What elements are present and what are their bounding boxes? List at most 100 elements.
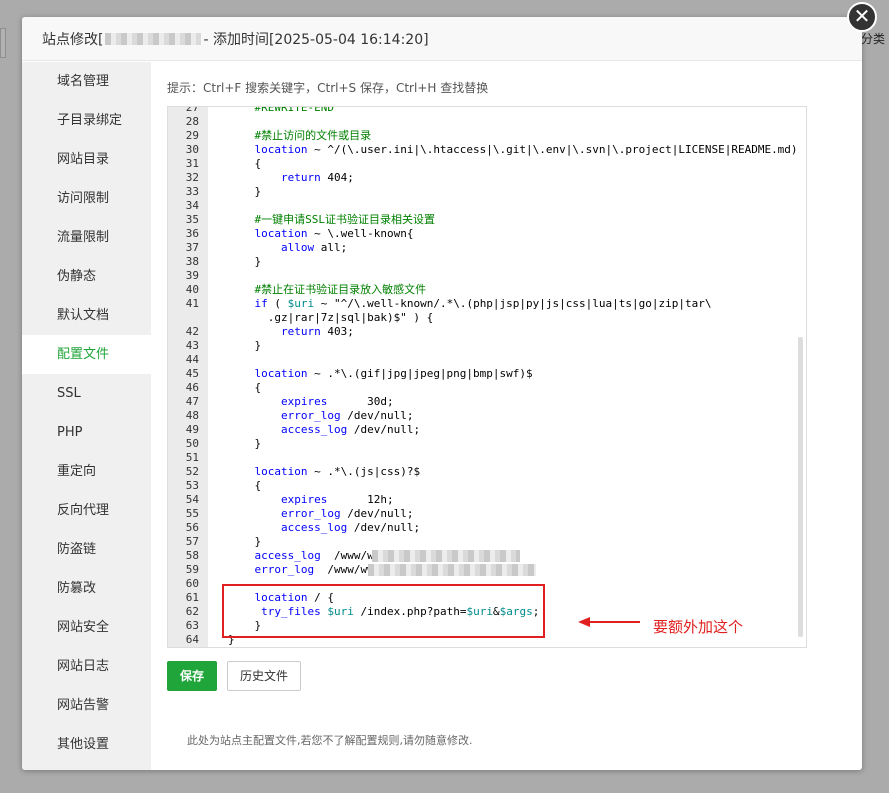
code-line[interactable]: 36 location ~ \.well-known{ <box>168 227 806 241</box>
code-editor[interactable]: 27 #REWRITE-END 28 29 #禁止访问的文件或目录 30 locati… <box>167 106 807 648</box>
line-text: } <box>228 255 262 268</box>
code-line[interactable]: 48 error_log /dev/null; <box>168 409 806 423</box>
code-line[interactable]: .gz|rar|7z|sql|bak)$" ) { <box>168 311 806 325</box>
sidebar-item[interactable]: 流量限制 <box>22 218 151 257</box>
line-number: 29 <box>185 129 199 142</box>
code-line[interactable]: 45 location ~ .*\.(gif|jpg|jpeg|png|bmp|… <box>168 367 806 381</box>
sidebar-item[interactable]: 默认文档 <box>22 296 151 335</box>
code-line[interactable]: 49 access_log /dev/null; <box>168 423 806 437</box>
code-line[interactable]: 54 expires 12h; <box>168 493 806 507</box>
line-text: access_log /dev/null; <box>280 423 421 436</box>
sidebar-item[interactable]: 防盗链 <box>22 530 151 569</box>
line-number: 35 <box>185 213 199 226</box>
sidebar-item[interactable]: 网站安全 <box>22 608 151 647</box>
line-number: 34 <box>185 199 199 212</box>
line-number: 61 <box>185 591 199 604</box>
line-text: location ~ .*\.(js|css)?$ <box>254 465 421 478</box>
code-line[interactable]: 34 <box>168 199 806 213</box>
sidebar-item[interactable]: 重定向 <box>22 452 151 491</box>
line-text: .gz|rar|7z|sql|bak)$" ) { <box>228 311 434 324</box>
editor-scrollbar[interactable] <box>798 337 803 637</box>
sidebar-item[interactable]: 域名管理 <box>22 62 151 101</box>
code-line[interactable]: 28 <box>168 115 806 129</box>
code-line[interactable]: 35 #一键申请SSL证书验证目录相关设置 <box>168 213 806 227</box>
line-text: { <box>228 157 262 170</box>
line-number: 28 <box>185 115 199 128</box>
code-line[interactable]: 31 { <box>168 157 806 171</box>
line-number: 59 <box>185 563 199 576</box>
line-number: 48 <box>185 409 199 422</box>
config-warning-note: 此处为站点主配置文件,若您不了解配置规则,请勿随意修改. <box>187 734 473 747</box>
code-line[interactable]: 39 <box>168 269 806 283</box>
line-number: 57 <box>185 535 199 548</box>
annotation-note: 要额外加这个 <box>653 618 744 636</box>
sidebar-item[interactable]: 反向代理 <box>22 491 151 530</box>
line-number: 63 <box>185 619 199 632</box>
sidebar-item[interactable]: 子目录绑定 <box>22 101 151 140</box>
line-number: 58 <box>185 549 199 562</box>
highlight-box <box>222 584 545 638</box>
code-line[interactable]: 47 expires 30d; <box>168 395 806 409</box>
code-line[interactable]: 38 } <box>168 255 806 269</box>
code-line[interactable]: 58 access_log /www/wwwlogs/ <box>168 549 806 563</box>
line-text: return 403; <box>280 325 354 338</box>
line-number: 37 <box>185 241 199 254</box>
code-line[interactable]: 32 return 404; <box>168 171 806 185</box>
line-text: access_log /dev/null; <box>280 521 421 534</box>
code-line[interactable]: 37 allow all; <box>168 241 806 255</box>
save-button[interactable]: 保存 <box>167 661 217 691</box>
line-text: { <box>228 479 262 492</box>
line-text: error_log /dev/null; <box>280 409 414 422</box>
code-line[interactable]: 57 } <box>168 535 806 549</box>
line-text: expires 12h; <box>280 493 394 506</box>
sidebar-item[interactable]: SSL <box>22 374 151 413</box>
redacted-path <box>368 564 536 576</box>
line-number: 43 <box>185 339 199 352</box>
line-number: 51 <box>185 451 199 464</box>
dialog-title-suffix: - 添加时间[2025-05-04 16:14:20] <box>203 31 429 48</box>
code-lines[interactable]: 27 #REWRITE-END 28 29 #禁止访问的文件或目录 30 locati… <box>168 107 806 647</box>
sidebar-item[interactable]: 配置文件 <box>22 335 151 374</box>
line-number: 55 <box>185 507 199 520</box>
code-line[interactable]: 50 } <box>168 437 806 451</box>
dialog-title-prefix: 站点修改[ <box>42 31 104 48</box>
sidebar-item[interactable]: 网站告警 <box>22 686 151 725</box>
code-line[interactable]: 42 return 403; <box>168 325 806 339</box>
code-line[interactable]: 44 <box>168 353 806 367</box>
line-text: } <box>228 535 262 548</box>
line-number: 39 <box>185 269 199 282</box>
line-number: 49 <box>185 423 199 436</box>
code-line[interactable]: 43 } <box>168 339 806 353</box>
sidebar-item[interactable]: 其他设置 <box>22 725 151 764</box>
sidebar-item[interactable]: 网站日志 <box>22 647 151 686</box>
code-line[interactable]: 55 error_log /dev/null; <box>168 507 806 521</box>
line-number: 44 <box>185 353 199 366</box>
sidebar-item[interactable]: 伪静态 <box>22 257 151 296</box>
close-icon[interactable]: ✕ <box>847 2 877 32</box>
line-number: 47 <box>185 395 199 408</box>
code-line[interactable]: 27 #REWRITE-END <box>168 107 806 115</box>
code-line[interactable]: 41 if ( $uri ~ "^/\.well-known/.*\.(php|… <box>168 297 806 311</box>
settings-sidebar: 域名管理 子目录绑定 网站目录 访问限制 流量限制 伪静态 默认文档 配置文件 SSL PHP 重定… <box>22 62 151 770</box>
code-line[interactable]: 56 access_log /dev/null; <box>168 521 806 535</box>
code-line[interactable]: 53 { <box>168 479 806 493</box>
line-text: #一键申请SSL证书验证目录相关设置 <box>228 213 435 226</box>
code-line[interactable]: 40 #禁止在证书验证目录放入敏感文件 <box>168 283 806 297</box>
code-line[interactable]: 30 location ~ ^/(\.user.ini|\.htaccess|\… <box>168 143 806 157</box>
history-file-button[interactable]: 历史文件 <box>227 661 301 691</box>
code-line[interactable]: 59 error_log /www/wwwlogs/ <box>168 563 806 577</box>
code-line[interactable]: 52 location ~ .*\.(js|css)?$ <box>168 465 806 479</box>
sidebar-item[interactable]: 防篡改 <box>22 569 151 608</box>
line-number: 30 <box>185 143 199 156</box>
line-number: 45 <box>185 367 199 380</box>
code-line[interactable]: 29 #禁止访问的文件或目录 <box>168 129 806 143</box>
code-line[interactable]: 33 } <box>168 185 806 199</box>
sidebar-item[interactable]: PHP <box>22 413 151 452</box>
code-line[interactable]: 51 <box>168 451 806 465</box>
line-text: } <box>228 185 262 198</box>
sidebar-item[interactable]: 网站目录 <box>22 140 151 179</box>
code-line[interactable]: 46 { <box>168 381 806 395</box>
redacted-site-name <box>105 32 202 45</box>
sidebar-item[interactable]: 访问限制 <box>22 179 151 218</box>
line-text: allow all; <box>280 241 348 254</box>
